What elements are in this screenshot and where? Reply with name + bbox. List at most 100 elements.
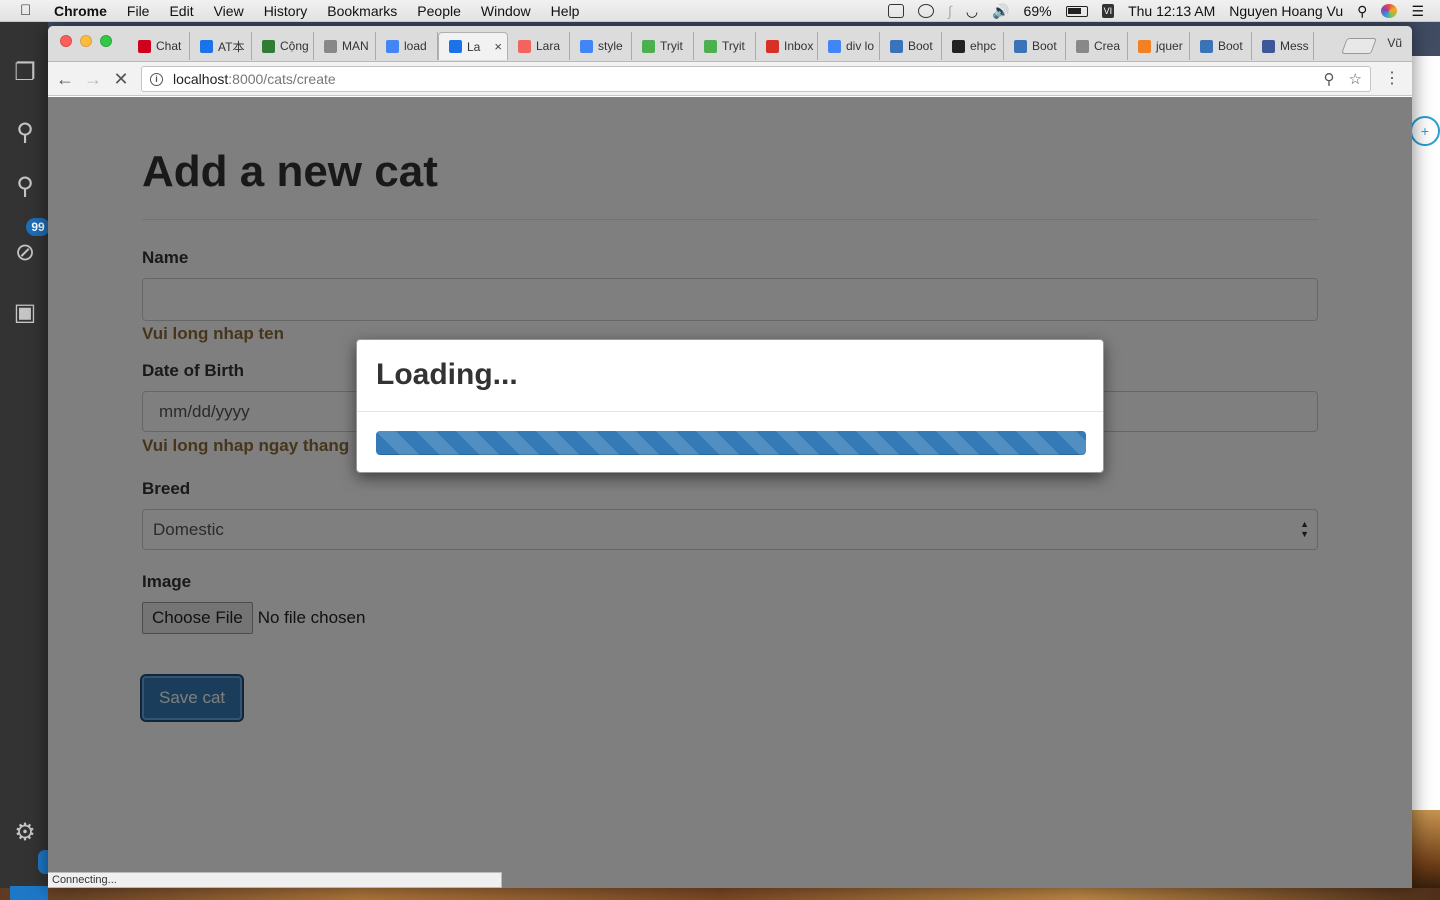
settings-gear-icon[interactable]: ⚙ [12,820,38,846]
stop-loading-icon[interactable]: ✕ [110,68,132,90]
apple-icon[interactable]:  [20,2,38,19]
tab-8[interactable]: Tryit [632,32,694,60]
extensions-icon[interactable]: ▣ [12,300,38,326]
gmail-icon [766,39,779,53]
background-app-window: + [1410,56,1440,810]
add-user-icon[interactable]: + [1410,116,1440,146]
menu-view[interactable]: View [214,3,244,19]
tab-label: MAN [342,39,369,53]
tab-18[interactable]: Mess [1252,32,1314,60]
battery-icon[interactable] [1065,5,1088,17]
notification-center-icon[interactable]: ☰ [1411,3,1424,20]
input-source-icon[interactable]: VI [1101,4,1115,18]
menu-people[interactable]: People [417,3,461,19]
chrome-window: Chat AT本 Cộng MAN load La × Lara style Tryit Tryit… [48,26,1412,888]
url-host: localhost [173,71,229,87]
menu-history[interactable]: History [264,3,308,19]
tab-label: div lo [846,39,875,53]
tab-9[interactable]: Tryit [694,32,756,60]
close-window-icon[interactable] [60,35,72,47]
tab-label: Inbox [784,39,814,53]
tab-14[interactable]: Boot [1004,32,1066,60]
maximize-window-icon[interactable] [100,35,112,47]
menu-app-name[interactable]: Chrome [54,3,107,19]
tab-12[interactable]: Boot [880,32,942,60]
progress-bar [376,431,1086,455]
menubar-datetime[interactable]: Thu 12:13 AM [1128,3,1215,19]
w3-icon [642,39,655,53]
bootsnipp-icon [1200,39,1213,53]
siri-icon[interactable] [1381,4,1398,18]
tab-label: AT本 [218,39,245,54]
modal-title: Loading... [357,340,1103,412]
menu-help[interactable]: Help [551,3,580,19]
facebook-icon [1262,39,1275,53]
profile-name[interactable]: Vũ [1387,36,1402,50]
tab-label: load [404,39,427,53]
spotlight-search-icon[interactable]: ⚲ [1357,3,1367,20]
bookmark-star-icon[interactable]: ☆ [1349,70,1362,88]
menubar-user[interactable]: Nguyen Hoang Vu [1229,3,1343,19]
wifi-icon[interactable]: ◡ [966,3,978,20]
tab-15[interactable]: Crea [1066,32,1128,60]
tab-2[interactable]: Cộng [252,32,314,60]
menu-window[interactable]: Window [481,3,531,19]
vscode-activity-bar: ❐ ⚲ ⚲ 99 ⊘ ▣ ⚙ [0,22,52,900]
desktop-wallpaper-strip [0,888,1440,900]
tab-13[interactable]: ehpc [942,32,1004,60]
tab-label: style [598,39,623,53]
vscode-status-branch[interactable] [10,886,48,900]
tab-0[interactable]: Chat [128,32,190,60]
address-bar[interactable]: i localhost:8000/cats/create ⚲ ☆ [141,66,1371,92]
tab-label: Mess [1280,39,1309,53]
explorer-icon[interactable]: ❐ [12,60,38,86]
tab-17[interactable]: Boot [1190,32,1252,60]
menu-edit[interactable]: Edit [169,3,193,19]
check-circle-icon[interactable] [918,4,935,18]
tab-list: Chat AT本 Cộng MAN load La × Lara style Tryit Tryit… [128,32,1314,62]
source-control-badge: 99 [26,218,50,236]
bluetooth-icon[interactable]: ∫ [948,3,952,19]
modal-backdrop[interactable] [48,97,1412,888]
tab-label: Tryit [722,39,745,53]
tab-3[interactable]: MAN [314,32,376,60]
volume-icon[interactable]: 🔊 [992,3,1009,20]
back-arrow-icon[interactable]: ← [54,68,76,90]
tab-5[interactable]: La × [438,32,508,60]
tab-label: jquer [1156,39,1183,53]
zoom-icon[interactable]: ⚲ [1324,70,1335,88]
page-icon [324,39,337,53]
new-tab-button[interactable] [1341,38,1377,54]
browser-toolbar: ← → ✕ i localhost:8000/cats/create ⚲ ☆ ⋮ [48,62,1412,96]
tab-11[interactable]: div lo [818,32,880,60]
tab-6[interactable]: Lara [508,32,570,60]
search-icon[interactable]: ⚲ [12,120,38,146]
menu-file[interactable]: File [127,3,150,19]
stackoverflow-icon [1138,39,1151,53]
tab-1[interactable]: AT本 [190,32,252,60]
loading-spinner-icon [449,40,462,53]
red-chat-icon [138,39,151,53]
google-icon [580,39,593,53]
minimize-window-icon[interactable] [80,35,92,47]
airplay-icon[interactable] [888,4,905,18]
status-bubble: Connecting... [48,872,502,888]
tab-label: Lara [536,39,561,53]
tab-16[interactable]: jquer [1128,32,1190,60]
tab-label: Tryit [660,39,683,53]
close-tab-icon[interactable]: × [494,39,502,54]
battery-percent: 69% [1023,3,1052,19]
debug-icon[interactable]: ⊘ [12,240,38,266]
tab-label: La [467,39,481,54]
menu-bookmarks[interactable]: Bookmarks [327,3,397,19]
leaf-icon [262,39,275,53]
site-info-icon[interactable]: i [150,72,163,86]
tab-10[interactable]: Inbox [756,32,818,60]
forward-arrow-icon[interactable]: → [82,68,104,90]
tab-7[interactable]: style [570,32,632,60]
source-control-icon[interactable]: ⚲ [12,174,38,200]
chrome-menu-icon[interactable]: ⋮ [1384,68,1400,88]
tab-label: Cộng [280,39,309,53]
tab-4[interactable]: load [376,32,438,60]
page-icon [1076,39,1089,53]
